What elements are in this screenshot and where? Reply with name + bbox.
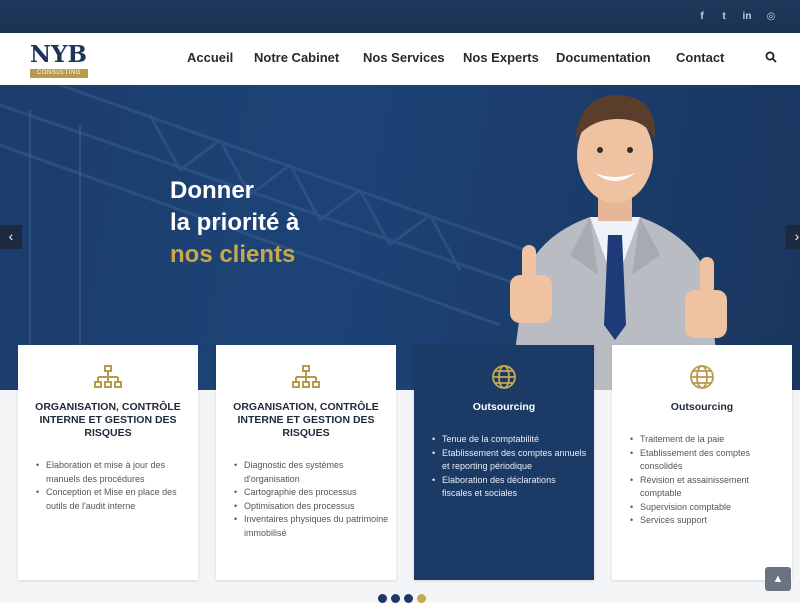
card-title: ORGANISATION, CONTRÔLE INTERNE ET GESTIO… [35,401,181,439]
nav-nos-experts[interactable]: Nos Experts [463,50,539,65]
hero-title-line1: Donner [170,177,254,204]
carousel-dot[interactable] [404,594,413,603]
list-item: Conception et Mise en place des outils d… [36,486,191,513]
list-item: Traitement de la paie [630,433,785,447]
carousel-dot[interactable] [417,594,426,603]
list-item: Elaboration des déclarations fiscales et… [432,474,587,501]
card-title: Outsourcing [472,401,536,413]
search-icon[interactable] [765,51,777,63]
carousel-dot[interactable] [378,594,387,603]
nav-nos-services[interactable]: Nos Services [363,50,445,65]
list-item: Services support [630,514,785,528]
scroll-to-top-button[interactable]: ▲ [765,567,791,591]
globe-icon [492,365,516,389]
card-list: Elaboration et mise à jour des manuels d… [36,459,191,513]
card-list: Tenue de la comptabilité Etablissement d… [432,433,587,501]
logo-text: NYB [30,41,87,68]
nav-contact[interactable]: Contact [676,50,724,65]
list-item: Supervision comptable [630,501,785,515]
carousel-dot[interactable] [391,594,400,603]
linkedin-icon[interactable]: in [740,10,754,24]
list-item: Etablissement des comptes consolidés [630,447,785,474]
list-item: Optimisation des processus [234,500,389,514]
instagram-icon[interactable]: ◎ [764,10,778,24]
card-title: ORGANISATION, CONTRÔLE INTERNE ET GESTIO… [233,401,379,439]
hero-title-line3: nos clients [170,241,296,268]
globe-icon [690,365,714,389]
logo[interactable]: NYB CONSULTING [30,41,90,78]
top-bar: f t in ◎ [0,0,800,33]
carousel-dots [376,594,432,603]
hero-title-line2: la priorité à [170,209,300,236]
slider-next-arrow[interactable]: › [786,225,800,249]
org-chart-icon [94,365,122,388]
list-item: Cartographie des processus [234,486,389,500]
facebook-icon[interactable]: f [695,10,709,24]
nav-notre-cabinet[interactable]: Notre Cabinet [254,50,339,65]
list-item: Elaboration et mise à jour des manuels d… [36,459,191,486]
card-title: Outsourcing [670,401,734,413]
list-item: Tenue de la comptabilité [432,433,587,447]
list-item: Etablissement des comptes annuels et rep… [432,447,587,474]
card-list: Traitement de la paie Etablissement des … [630,433,785,528]
service-card[interactable]: Outsourcing Tenue de la comptabilité Eta… [414,345,594,580]
service-card[interactable]: ORGANISATION, CONTRÔLE INTERNE ET GESTIO… [18,345,198,580]
logo-subtitle: CONSULTING [30,69,88,78]
list-item: Diagnostic des systèmes d'organisation [234,459,389,486]
nav-accueil[interactable]: Accueil [187,50,233,65]
service-card[interactable]: ORGANISATION, CONTRÔLE INTERNE ET GESTIO… [216,345,396,580]
nav-documentation[interactable]: Documentation [556,50,651,65]
twitter-icon[interactable]: t [717,10,731,24]
slider-prev-arrow[interactable]: ‹ [0,225,22,249]
list-item: Inventaires physiques du patrimoine immo… [234,513,389,540]
card-list: Diagnostic des systèmes d'organisation C… [234,459,389,540]
service-card[interactable]: Outsourcing Traitement de la paie Etabli… [612,345,792,580]
org-chart-icon [292,365,320,388]
list-item: Révision et assainissement comptable [630,474,785,501]
